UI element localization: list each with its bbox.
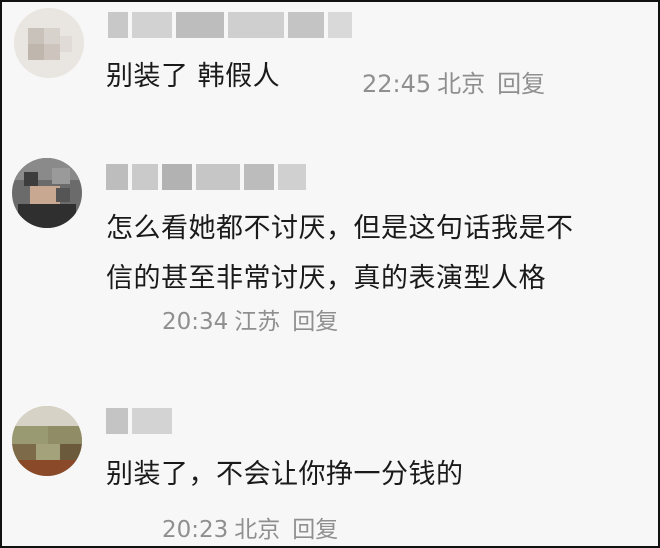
comment-time: 20:34 xyxy=(162,309,229,335)
reply-button[interactable]: 回复 xyxy=(292,309,338,335)
avatar[interactable] xyxy=(14,8,84,78)
comment-text: 别装了，不会让你挣一分钱的 xyxy=(106,459,464,490)
comment-list: 别装了 韩假人 22:45 北京 回复 怎么看她都不讨厌，但是这句话我是不 信的甚至… xyxy=(0,0,660,548)
comment-item: 别装了，不会让你挣一分钱的 20:23 北京 回复 xyxy=(2,382,658,546)
reply-button[interactable]: 回复 xyxy=(292,517,338,543)
comment-meta: 20:34 江苏 回复 xyxy=(162,302,338,336)
comment-location: 江苏 xyxy=(234,309,281,335)
comment-time: 22:45 xyxy=(362,70,432,98)
comment-text: 怎么看她都不讨厌，但是这句话我是不 信的甚至非常讨厌，真的表演型人格 xyxy=(106,213,574,294)
username-blurred[interactable] xyxy=(108,12,352,38)
avatar[interactable] xyxy=(12,158,82,228)
comment-item: 怎么看她都不讨厌，但是这句话我是不 信的甚至非常讨厌，真的表演型人格 20:34… xyxy=(2,142,658,382)
comment-time: 20:23 xyxy=(162,517,229,543)
reply-button[interactable]: 回复 xyxy=(497,70,545,98)
comment-meta: 22:45 北京 回复 xyxy=(362,64,545,99)
comment-item: 别装了 韩假人 22:45 北京 回复 xyxy=(2,2,658,142)
avatar[interactable] xyxy=(12,406,82,476)
username-blurred[interactable] xyxy=(106,408,172,434)
comment-text: 别装了 韩假人 xyxy=(106,61,281,92)
comment-meta: 20:23 北京 回复 xyxy=(162,510,338,544)
comment-location: 北京 xyxy=(234,517,281,543)
comment-location: 北京 xyxy=(437,70,486,98)
username-blurred[interactable] xyxy=(106,164,306,190)
